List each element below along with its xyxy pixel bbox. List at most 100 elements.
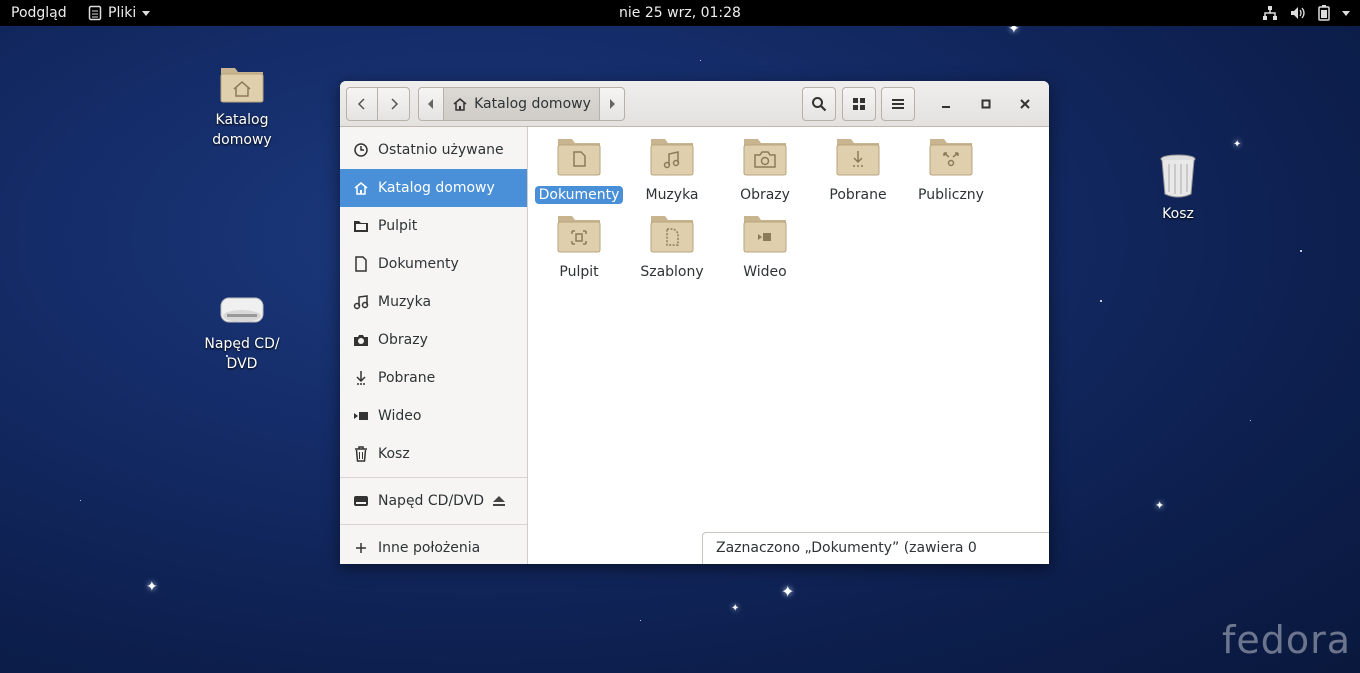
file-label: Muzyka [645, 187, 699, 203]
desktop-drive-label-2: DVD [226, 356, 258, 372]
desktop-drive-label-1: Napęd CD/ [204, 336, 280, 352]
star-sparkle: ✦ [146, 579, 158, 595]
music-folder-icon [650, 139, 694, 176]
sidebar-item-label: Kosz [378, 446, 410, 462]
minimize-button[interactable] [929, 87, 963, 121]
desktop-drive-icon[interactable]: Napęd CD/ DVD [192, 294, 292, 374]
sidebar-item-label: Wideo [378, 408, 422, 424]
desktop-home-label-2: domowy [212, 132, 272, 148]
desktop-home-icon[interactable]: Katalog domowy [192, 62, 292, 150]
activities-button[interactable]: Podgląd [11, 0, 67, 26]
clock-icon [354, 143, 368, 157]
eject-button[interactable] [492, 494, 506, 512]
camera-icon [354, 335, 368, 346]
sidebar-item-pictures[interactable]: Obrazy [340, 321, 527, 359]
path-scroll-right-button[interactable] [599, 87, 625, 121]
search-icon [812, 97, 827, 112]
view-grid-button[interactable] [842, 87, 876, 121]
battery-icon [1318, 5, 1330, 21]
sidebar-item-desktop[interactable]: Pulpit [340, 207, 527, 245]
video-icon [354, 412, 368, 420]
path-scroll-left-button[interactable] [418, 87, 444, 121]
app-menu[interactable]: Pliki [88, 0, 151, 26]
sidebar: Ostatnio używane Katalog domowy Pulpit D… [340, 127, 528, 564]
sidebar-divider [340, 477, 527, 478]
sidebar-item-music[interactable]: Muzyka [340, 283, 527, 321]
sidebar-item-other-locations[interactable]: Inne położenia [340, 529, 527, 564]
selection-status: Zaznaczono „Dokumenty” (zawiera 0 elemen… [702, 532, 1049, 564]
file-label: Pobrane [829, 187, 887, 203]
star-sparkle: ✦ [731, 603, 740, 614]
clock[interactable]: nie 25 wrz, 01:28 [619, 5, 741, 21]
file-item-desktop[interactable]: Pulpit [534, 212, 624, 281]
public-folder-icon [929, 139, 973, 176]
trash-bin-icon [1160, 154, 1196, 198]
sidebar-item-downloads[interactable]: Pobrane [340, 359, 527, 397]
system-tray[interactable] [1262, 0, 1350, 26]
sidebar-item-label: Muzyka [378, 294, 432, 310]
desktop-folder-icon [557, 216, 601, 253]
file-label: Szablony [640, 264, 704, 280]
top-bar: Podgląd Pliki nie 25 wrz, 01:28 [0, 0, 1360, 26]
file-label: Dokumenty [534, 186, 624, 204]
chevron-down-icon [142, 10, 151, 16]
path-home-label: Katalog domowy [474, 96, 591, 112]
maximize-button[interactable] [969, 87, 1003, 121]
folder-icon [354, 221, 368, 232]
sidebar-item-label: Obrazy [378, 332, 428, 348]
sidebar-item-cd-drive[interactable]: Napęd CD/DVD [340, 482, 527, 520]
document-icon [355, 256, 367, 272]
file-item-music[interactable]: Muzyka [627, 135, 717, 204]
home-icon [354, 182, 368, 195]
sidebar-item-videos[interactable]: Wideo [340, 397, 527, 435]
optical-drive-icon [220, 297, 264, 323]
chevron-right-icon [390, 98, 398, 110]
triangle-right-icon [610, 99, 615, 109]
forward-button[interactable] [377, 87, 410, 121]
minimize-icon [942, 106, 950, 108]
desktop-trash-icon[interactable]: Kosz [1128, 152, 1228, 224]
grid-icon [853, 98, 865, 110]
file-item-downloads[interactable]: Pobrane [813, 135, 903, 204]
sidebar-item-label: Napęd CD/DVD [378, 493, 485, 509]
maximize-icon [981, 99, 991, 109]
back-button[interactable] [346, 87, 378, 121]
chevron-left-icon [357, 98, 365, 110]
file-item-videos[interactable]: Wideo [720, 212, 810, 281]
eject-icon [493, 496, 505, 506]
files-app-icon [88, 5, 102, 21]
documents-folder-icon [557, 139, 601, 176]
star-sparkle: ✦ [1233, 139, 1242, 150]
file-label: Publiczny [918, 187, 984, 203]
file-label: Obrazy [740, 187, 790, 203]
sidebar-item-home[interactable]: Katalog domowy [340, 169, 527, 207]
sidebar-item-label: Inne położenia [378, 540, 481, 556]
sidebar-item-documents[interactable]: Dokumenty [340, 245, 527, 283]
file-item-templates[interactable]: Szablony [627, 212, 717, 281]
star-sparkle: ✦ [781, 582, 795, 601]
sidebar-divider [340, 524, 527, 525]
file-item-public[interactable]: Publiczny [906, 135, 996, 204]
fedora-watermark: fedora [1222, 618, 1352, 662]
search-button[interactable] [802, 87, 836, 121]
close-button[interactable] [1008, 87, 1042, 121]
triangle-left-icon [428, 99, 433, 109]
home-icon [453, 98, 467, 111]
desktop-home-label-1: Katalog [215, 112, 269, 128]
file-view[interactable]: Dokumenty Muzyka Obrazy Pobrane Publiczn… [529, 127, 1049, 564]
sidebar-item-label: Pobrane [378, 370, 436, 386]
videos-folder-icon [743, 216, 787, 253]
file-item-pictures[interactable]: Obrazy [720, 135, 810, 204]
header-bar: Katalog domowy [340, 81, 1049, 127]
file-item-documents[interactable]: Dokumenty [534, 135, 624, 204]
music-icon [353, 295, 369, 310]
path-home-button[interactable]: Katalog domowy [443, 87, 600, 121]
close-icon [1020, 99, 1030, 109]
download-icon [356, 371, 366, 385]
plus-icon [356, 543, 366, 553]
volume-icon [1291, 7, 1305, 19]
pictures-folder-icon [743, 139, 787, 176]
menu-button[interactable] [881, 87, 915, 121]
sidebar-item-recent[interactable]: Ostatnio używane [340, 131, 527, 169]
sidebar-item-trash[interactable]: Kosz [340, 435, 527, 473]
